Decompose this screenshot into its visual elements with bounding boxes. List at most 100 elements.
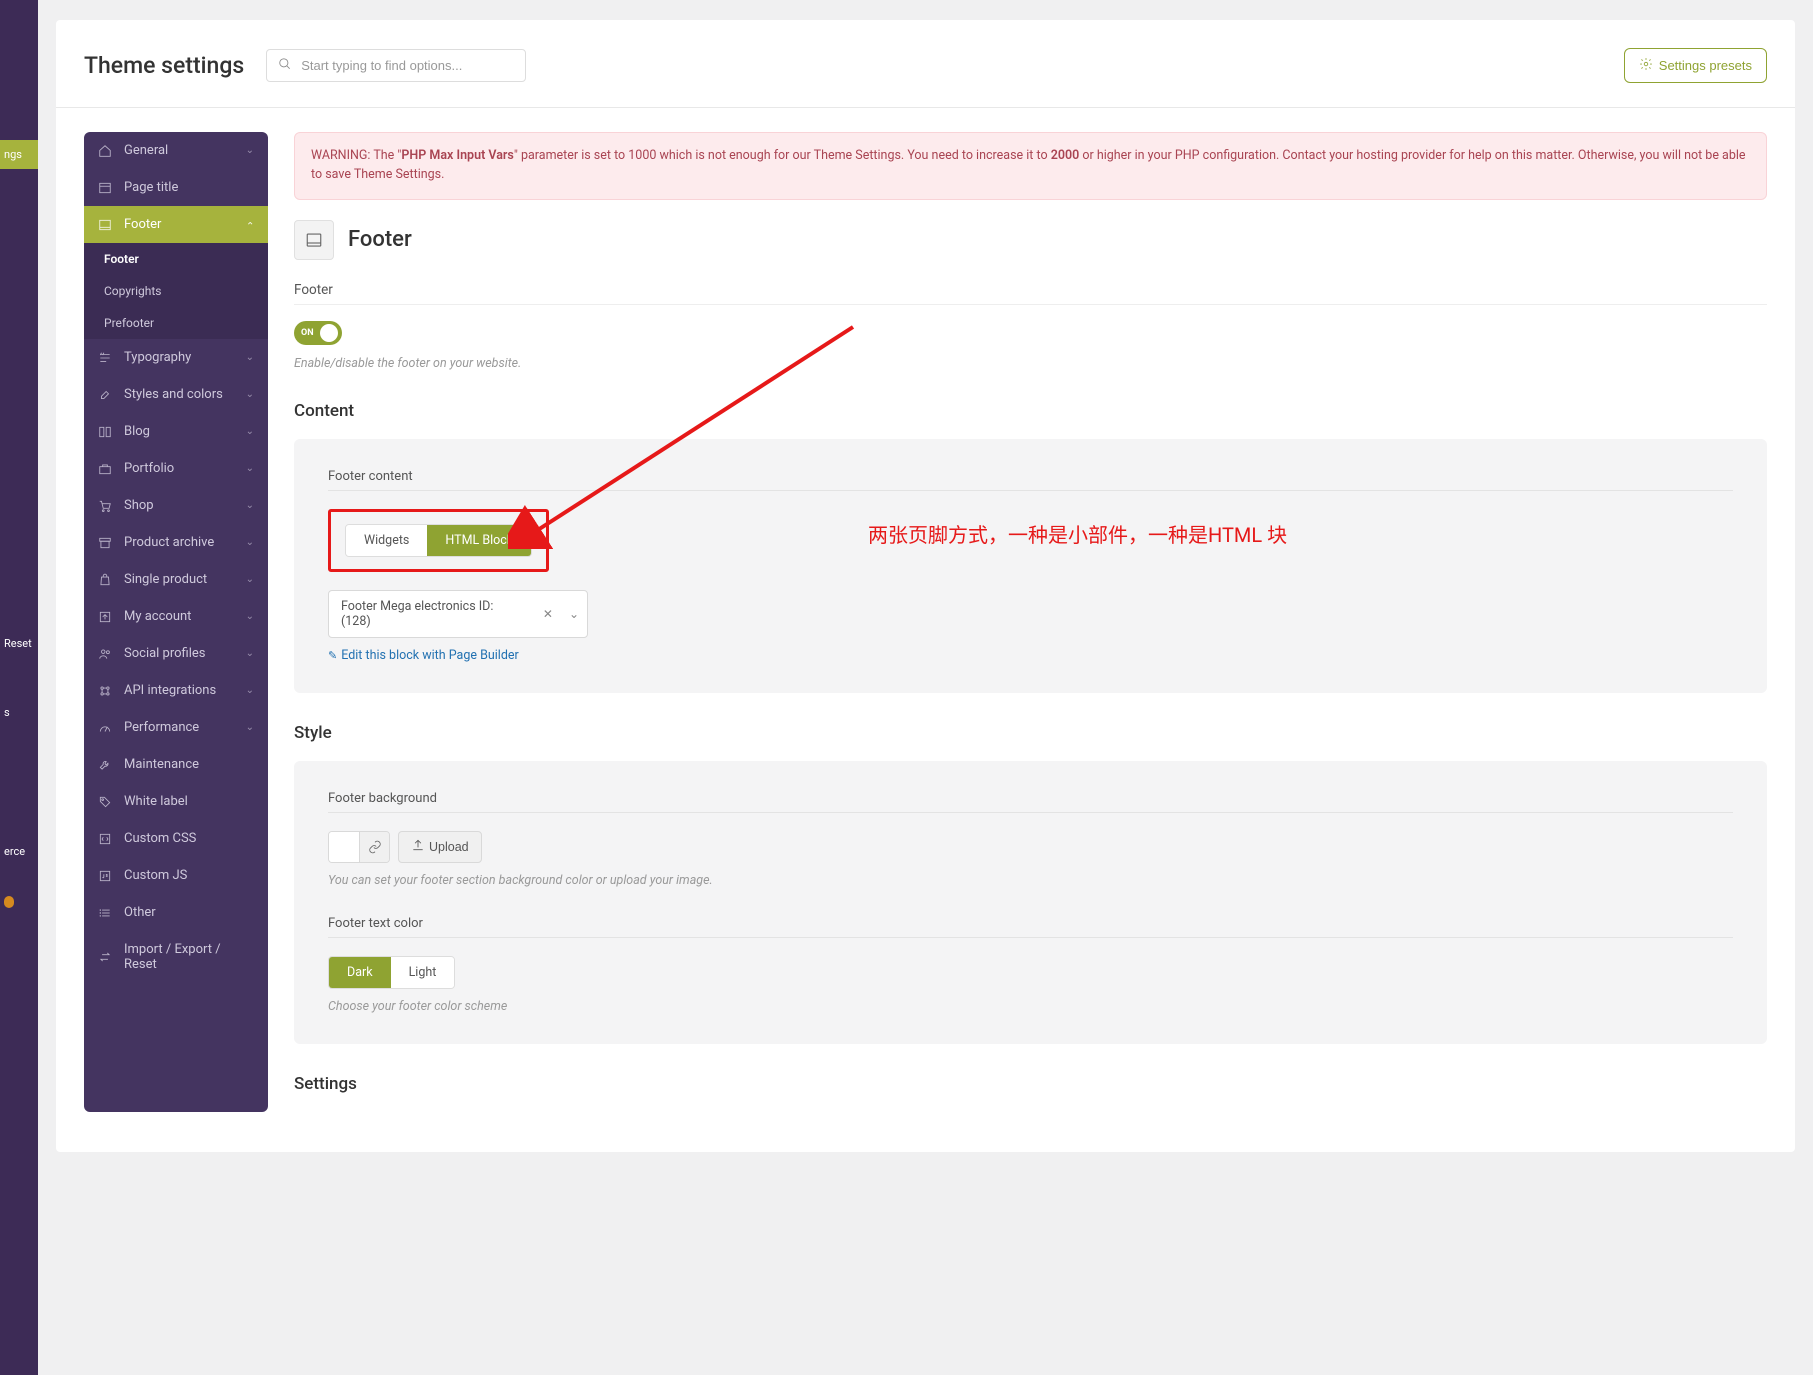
chevron-down-icon: ⌄ bbox=[246, 648, 254, 659]
pencil-icon: ✎ bbox=[328, 649, 337, 662]
api-icon bbox=[98, 684, 114, 698]
section-title: Footer bbox=[348, 227, 412, 252]
nav-label: Styles and colors bbox=[124, 387, 246, 402]
html-block-select[interactable]: Footer Mega electronics ID:(128) ✕ ⌄ bbox=[328, 590, 588, 638]
css-icon bbox=[98, 832, 114, 846]
nav-item-custom-css[interactable]: Custom CSS bbox=[84, 820, 268, 857]
color-swatch[interactable] bbox=[329, 832, 359, 862]
users-icon bbox=[98, 647, 114, 661]
footer-icon bbox=[294, 220, 334, 260]
footer-help-text: Enable/disable the footer on your websit… bbox=[294, 356, 1767, 371]
nav-item-product-archive[interactable]: Product archive⌄ bbox=[84, 524, 268, 561]
clear-icon[interactable]: ✕ bbox=[535, 599, 561, 629]
warning-banner: WARNING: The "PHP Max Input Vars" parame… bbox=[294, 132, 1767, 200]
bg-help-text: You can set your footer section backgrou… bbox=[328, 873, 1733, 888]
text-icon bbox=[98, 351, 114, 365]
nav-item-import-export-reset[interactable]: Import / Export / Reset bbox=[84, 931, 268, 983]
section-header: Footer bbox=[294, 220, 1767, 260]
footer-toggle-label: Footer bbox=[294, 282, 1767, 305]
wp-sidebar-badge[interactable] bbox=[0, 886, 38, 915]
gear-icon bbox=[1639, 57, 1653, 74]
nav-label: Custom CSS bbox=[124, 831, 254, 846]
header-bar: Theme settings Settings presets bbox=[56, 20, 1795, 108]
wp-sidebar-item[interactable]: s bbox=[0, 698, 38, 727]
nav-item-my-account[interactable]: My account⌄ bbox=[84, 598, 268, 635]
nav-item-white-label[interactable]: White label bbox=[84, 783, 268, 820]
cart-icon bbox=[98, 499, 114, 513]
wp-sidebar-item[interactable]: Reset bbox=[0, 629, 38, 658]
annotation-text: 两张页脚方式，一种是小部件，一种是HTML 块 bbox=[868, 519, 1287, 548]
widgets-option[interactable]: Widgets bbox=[346, 525, 427, 556]
wrench-icon bbox=[98, 758, 114, 772]
toggle-knob bbox=[320, 324, 338, 342]
nav-label: Page title bbox=[124, 180, 254, 195]
nav-item-single-product[interactable]: Single product⌄ bbox=[84, 561, 268, 598]
settings-nav: General⌄Page titleFooter⌄FooterCopyright… bbox=[84, 132, 268, 1112]
nav-item-shop[interactable]: Shop⌄ bbox=[84, 487, 268, 524]
layout-icon bbox=[98, 181, 114, 195]
transfer-icon bbox=[98, 950, 114, 964]
nav-item-maintenance[interactable]: Maintenance bbox=[84, 746, 268, 783]
search-input[interactable] bbox=[266, 49, 526, 82]
nav-item-typography[interactable]: Typography⌄ bbox=[84, 339, 268, 376]
columns-icon bbox=[98, 425, 114, 439]
nav-label: My account bbox=[124, 609, 246, 624]
upload-icon bbox=[411, 838, 425, 855]
chevron-down-icon: ⌄ bbox=[246, 219, 254, 230]
chevron-down-icon: ⌄ bbox=[246, 145, 254, 156]
style-panel: Footer background Upload bbox=[294, 761, 1767, 1044]
nav-item-social-profiles[interactable]: Social profiles⌄ bbox=[84, 635, 268, 672]
edit-block-link[interactable]: ✎ Edit this block with Page Builder bbox=[328, 648, 519, 663]
link-icon[interactable] bbox=[359, 832, 389, 862]
footer-bg-label: Footer background bbox=[328, 791, 1733, 813]
brush-icon bbox=[98, 388, 114, 402]
nav-item-footer[interactable]: Footer⌄ bbox=[84, 206, 268, 243]
nav-label: White label bbox=[124, 794, 254, 809]
home-icon bbox=[98, 144, 114, 158]
html-block-option[interactable]: HTML Block bbox=[427, 525, 531, 556]
nav-item-page-title[interactable]: Page title bbox=[84, 169, 268, 206]
nav-label: Portfolio bbox=[124, 461, 246, 476]
nav-label: Performance bbox=[124, 720, 246, 735]
archive-icon bbox=[98, 536, 114, 550]
nav-item-performance[interactable]: Performance⌄ bbox=[84, 709, 268, 746]
export-icon bbox=[98, 610, 114, 624]
settings-presets-button[interactable]: Settings presets bbox=[1624, 48, 1767, 83]
wp-sidebar-item[interactable]: erce bbox=[0, 837, 38, 866]
chevron-down-icon: ⌄ bbox=[246, 611, 254, 622]
nav-item-other[interactable]: Other bbox=[84, 894, 268, 931]
wp-sidebar-item-active[interactable]: ngs bbox=[0, 140, 38, 169]
footer-toggle[interactable]: ON bbox=[294, 321, 342, 345]
nav-item-custom-js[interactable]: Custom JS bbox=[84, 857, 268, 894]
nav-label: Shop bbox=[124, 498, 246, 513]
nav-item-api-integrations[interactable]: API integrations⌄ bbox=[84, 672, 268, 709]
nav-subitem-footer[interactable]: Footer bbox=[84, 243, 268, 275]
nav-item-portfolio[interactable]: Portfolio⌄ bbox=[84, 450, 268, 487]
dark-option[interactable]: Dark bbox=[329, 957, 391, 988]
light-option[interactable]: Light bbox=[391, 957, 455, 988]
nav-label: Product archive bbox=[124, 535, 246, 550]
chevron-down-icon: ⌄ bbox=[246, 574, 254, 585]
bag-icon bbox=[98, 573, 114, 587]
tag-icon bbox=[98, 795, 114, 809]
upload-button[interactable]: Upload bbox=[398, 831, 482, 863]
list-icon bbox=[98, 906, 114, 920]
chevron-down-icon[interactable]: ⌄ bbox=[561, 599, 587, 629]
footer-content-label: Footer content bbox=[328, 469, 1733, 491]
chevron-down-icon: ⌄ bbox=[246, 537, 254, 548]
nav-item-general[interactable]: General⌄ bbox=[84, 132, 268, 169]
nav-label: Import / Export / Reset bbox=[124, 942, 254, 972]
nav-label: API integrations bbox=[124, 683, 246, 698]
nav-item-styles-and-colors[interactable]: Styles and colors⌄ bbox=[84, 376, 268, 413]
nav-item-blog[interactable]: Blog⌄ bbox=[84, 413, 268, 450]
nav-label: Blog bbox=[124, 424, 246, 439]
chevron-down-icon: ⌄ bbox=[246, 722, 254, 733]
chevron-down-icon: ⌄ bbox=[246, 685, 254, 696]
search-icon bbox=[278, 57, 292, 75]
nav-label: General bbox=[124, 143, 246, 158]
settings-section-title: Settings bbox=[294, 1074, 1767, 1094]
nav-subitem-copyrights[interactable]: Copyrights bbox=[84, 275, 268, 307]
footer-icon bbox=[98, 218, 114, 232]
nav-subitem-prefooter[interactable]: Prefooter bbox=[84, 307, 268, 339]
chevron-down-icon: ⌄ bbox=[246, 463, 254, 474]
